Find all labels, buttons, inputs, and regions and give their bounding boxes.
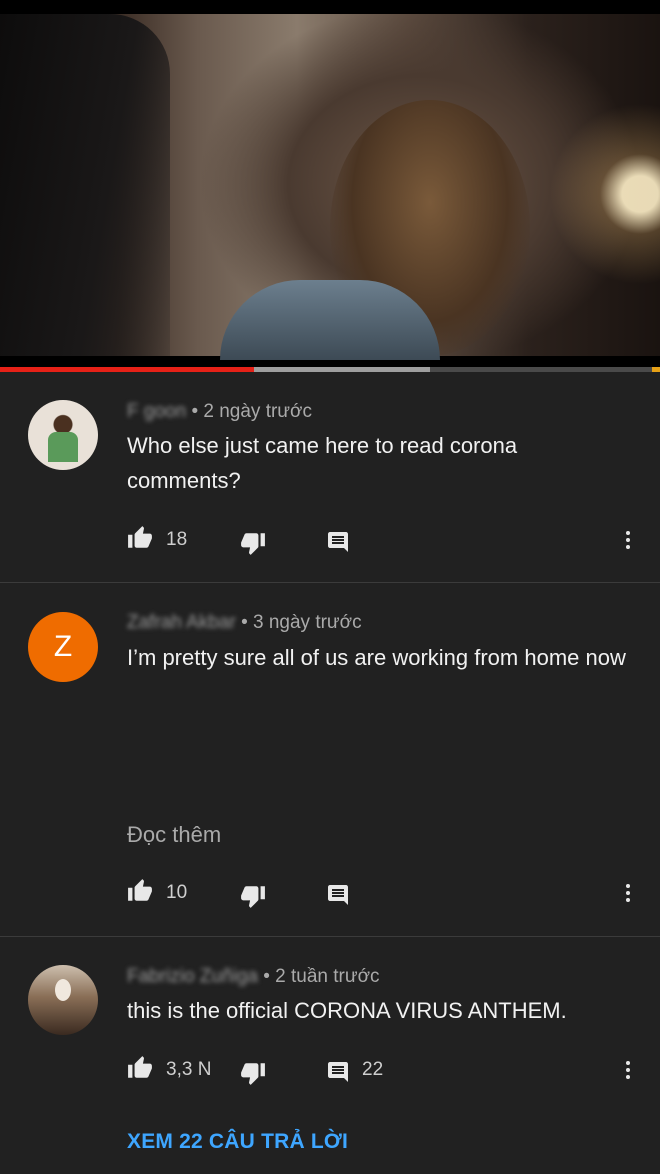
comment-divider — [0, 582, 660, 583]
comment-icon[interactable] — [326, 883, 350, 907]
thumb-up-icon[interactable] — [127, 878, 153, 904]
comment-icon[interactable] — [326, 530, 350, 554]
thumb-up-icon[interactable] — [127, 525, 153, 551]
avatar[interactable] — [28, 965, 98, 1035]
progress-end-marker — [652, 367, 660, 372]
comment-text: I’m pretty sure all of us are working fr… — [127, 645, 626, 670]
comment-text: this is the official CORONA VIRUS ANTHEM… — [127, 998, 567, 1023]
author-name[interactable]: Zafrah Akbar — [127, 612, 236, 633]
comment-meta: Fabrizio Zuñiga • 2 tuần trước — [127, 966, 380, 988]
comment-time: • 2 ngày trước — [191, 401, 312, 422]
avatar[interactable]: Z — [28, 612, 98, 682]
like-count: 3,3 N — [166, 1059, 212, 1080]
comment-text: Who else just came here to read corona c… — [127, 433, 518, 493]
video-figure-left — [0, 14, 170, 356]
like-count: 18 — [166, 529, 188, 550]
author-name[interactable]: Fabrizio Zuñiga — [127, 966, 258, 987]
comment-time: • 2 tuần trước — [263, 966, 380, 987]
read-more-link[interactable]: Đọc thêm — [127, 822, 221, 848]
thumb-down-icon[interactable] — [240, 883, 266, 909]
video-player[interactable] — [0, 0, 660, 368]
comment-divider — [0, 936, 660, 937]
avatar[interactable] — [28, 400, 98, 470]
comment-actions: 10 — [0, 873, 660, 913]
comment-icon[interactable] — [326, 1060, 350, 1084]
view-replies-link[interactable]: XEM 22 CÂU TRẢ LỜI — [127, 1130, 348, 1154]
comment-actions: 3,3 N 22 — [0, 1050, 660, 1090]
thumb-down-icon[interactable] — [240, 1060, 266, 1086]
more-vert-icon[interactable] — [616, 528, 640, 552]
thumb-down-icon[interactable] — [240, 530, 266, 556]
comment-meta: F goon • 2 ngày trước — [127, 401, 312, 423]
comment-meta: Zafrah Akbar • 3 ngày trước — [127, 612, 362, 634]
more-vert-icon[interactable] — [616, 1058, 640, 1082]
progress-played — [0, 367, 255, 372]
progress-buffered — [254, 367, 431, 372]
like-count: 10 — [166, 882, 188, 903]
reply-count: 22 — [362, 1059, 384, 1080]
more-vert-icon[interactable] — [616, 881, 640, 905]
thumb-up-icon[interactable] — [127, 1055, 153, 1081]
author-name[interactable]: F goon — [127, 401, 186, 422]
comment-time: • 3 ngày trước — [241, 612, 362, 633]
video-progress-bar[interactable] — [0, 367, 660, 372]
comment-actions: 18 — [0, 520, 660, 560]
